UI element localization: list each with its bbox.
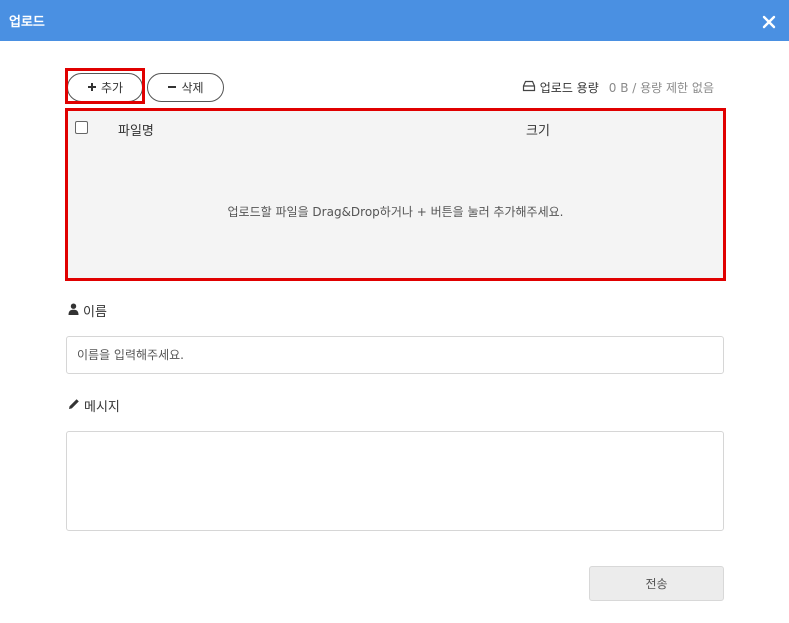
add-file-button[interactable]: 추가 (67, 73, 143, 102)
add-button-label: 추가 (100, 81, 124, 95)
select-all-checkbox[interactable] (75, 121, 88, 134)
pencil-icon (68, 398, 80, 414)
name-input[interactable] (66, 336, 724, 374)
close-icon[interactable] (761, 12, 777, 30)
message-label-text: 메시지 (84, 400, 120, 415)
file-dropzone[interactable]: 파일명 크기 업로드할 파일을 Drag&Drop하거나 + 버튼을 눌러 추가… (65, 108, 726, 281)
delete-file-button[interactable]: 삭제 (147, 73, 224, 102)
name-field-label: 이름 (68, 301, 107, 320)
send-button[interactable]: 전송 (589, 566, 724, 601)
name-label-text: 이름 (83, 305, 107, 320)
column-header-filename: 파일명 (118, 124, 154, 139)
upload-capacity: 업로드 용량 0 B / 용량 제한 없음 (522, 79, 714, 96)
message-field-label: 메시지 (68, 396, 120, 415)
delete-button-label: 삭제 (181, 81, 204, 95)
drive-icon (522, 80, 536, 95)
title-bar: 업로드 (0, 0, 789, 41)
minus-icon (167, 81, 177, 95)
message-textarea[interactable] (66, 431, 724, 531)
dropzone-hint: 업로드할 파일을 Drag&Drop하거나 + 버튼을 눌러 추가해주세요. (227, 205, 564, 219)
capacity-label: 업로드 용량 (539, 81, 599, 95)
plus-icon (87, 81, 97, 95)
window-title: 업로드 (9, 15, 45, 30)
column-header-size: 크기 (526, 124, 550, 139)
capacity-value: 0 B / 용량 제한 없음 (608, 81, 714, 95)
user-icon (68, 303, 79, 319)
